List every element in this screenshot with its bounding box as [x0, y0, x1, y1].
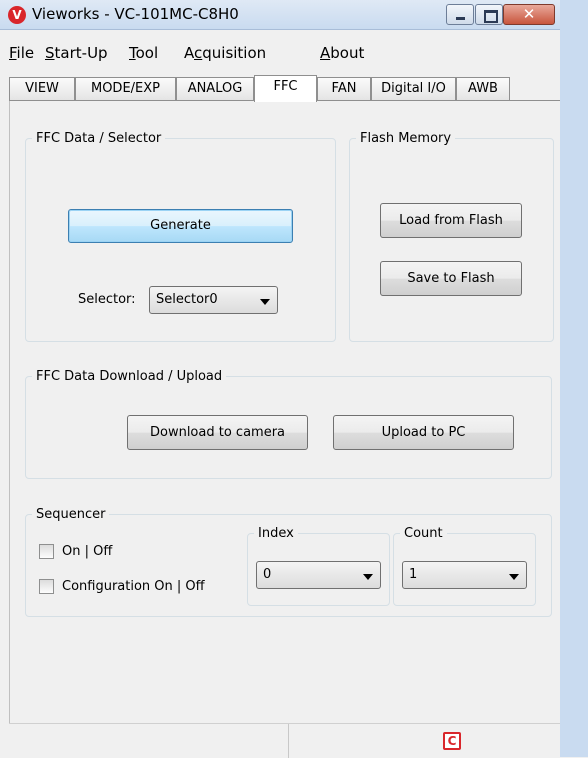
tab-analog[interactable]: ANALOG — [176, 77, 254, 101]
upload-to-pc-button[interactable]: Upload to PC — [333, 415, 514, 450]
configuration-label: Configuration On | Off — [62, 579, 205, 594]
chevron-down-icon — [260, 299, 270, 305]
tab-fan[interactable]: FAN — [317, 77, 371, 101]
flash-memory-legend: Flash Memory — [360, 131, 452, 146]
menu-about[interactable]: About — [320, 44, 364, 62]
menu-tool[interactable]: Tool — [129, 44, 158, 62]
index-dropdown[interactable]: 0 — [256, 561, 381, 589]
status-bar: C — [9, 723, 560, 758]
generate-button[interactable]: Generate — [68, 209, 293, 243]
on-off-label: On | Off — [62, 544, 113, 559]
tab-strip: VIEW MODE/EXP ANALOG FFC FAN Digital I/O… — [9, 75, 560, 102]
menu-bar: File Start-Up Tool Acquisition About — [0, 43, 560, 65]
configuration-checkbox[interactable] — [39, 579, 54, 594]
selector-dropdown[interactable]: Selector0 — [149, 286, 278, 314]
on-off-checkbox[interactable] — [39, 544, 54, 559]
maximize-button[interactable] — [475, 4, 503, 25]
chevron-down-icon — [363, 574, 373, 580]
window-frame-right — [560, 0, 588, 757]
minimize-button[interactable] — [446, 4, 474, 25]
count-value: 1 — [409, 567, 418, 582]
tab-view[interactable]: VIEW — [9, 77, 75, 101]
ffc-data-legend: FFC Data / Selector — [36, 131, 162, 146]
tab-ffc[interactable]: FFC — [254, 75, 317, 102]
sequencer-legend: Sequencer — [36, 507, 106, 522]
download-upload-legend: FFC Data Download / Upload — [36, 369, 223, 384]
window-title: Vieworks - VC-101MC-C8H0 — [32, 5, 239, 23]
tab-awb[interactable]: AWB — [456, 77, 510, 101]
download-to-camera-button[interactable]: Download to camera — [127, 415, 308, 450]
menu-file[interactable]: File — [9, 44, 34, 62]
menu-start-up[interactable]: Start-Up — [45, 44, 108, 62]
save-to-flash-button[interactable]: Save to Flash — [380, 261, 522, 296]
status-text-cell — [9, 724, 289, 758]
menu-acquisition[interactable]: Acquisition — [184, 44, 266, 62]
title-bar: V Vieworks - VC-101MC-C8H0 ✕ — [0, 0, 588, 30]
app-logo-icon[interactable]: V — [8, 6, 26, 24]
selector-value: Selector0 — [156, 292, 218, 307]
index-value: 0 — [263, 567, 272, 582]
chevron-down-icon — [509, 574, 519, 580]
tab-mode-exp[interactable]: MODE/EXP — [75, 77, 176, 101]
close-icon: ✕ — [522, 5, 536, 23]
ffc-panel: FFC Data / Selector Generate Selector: S… — [9, 101, 560, 723]
selector-label: Selector: — [78, 292, 136, 307]
close-button[interactable]: ✕ — [503, 4, 555, 25]
load-from-flash-button[interactable]: Load from Flash — [380, 203, 522, 238]
index-legend: Index — [258, 526, 294, 541]
connection-status-icon[interactable]: C — [443, 732, 461, 750]
count-legend: Count — [404, 526, 443, 541]
count-dropdown[interactable]: 1 — [402, 561, 527, 589]
tab-digital-io[interactable]: Digital I/O — [371, 77, 456, 101]
